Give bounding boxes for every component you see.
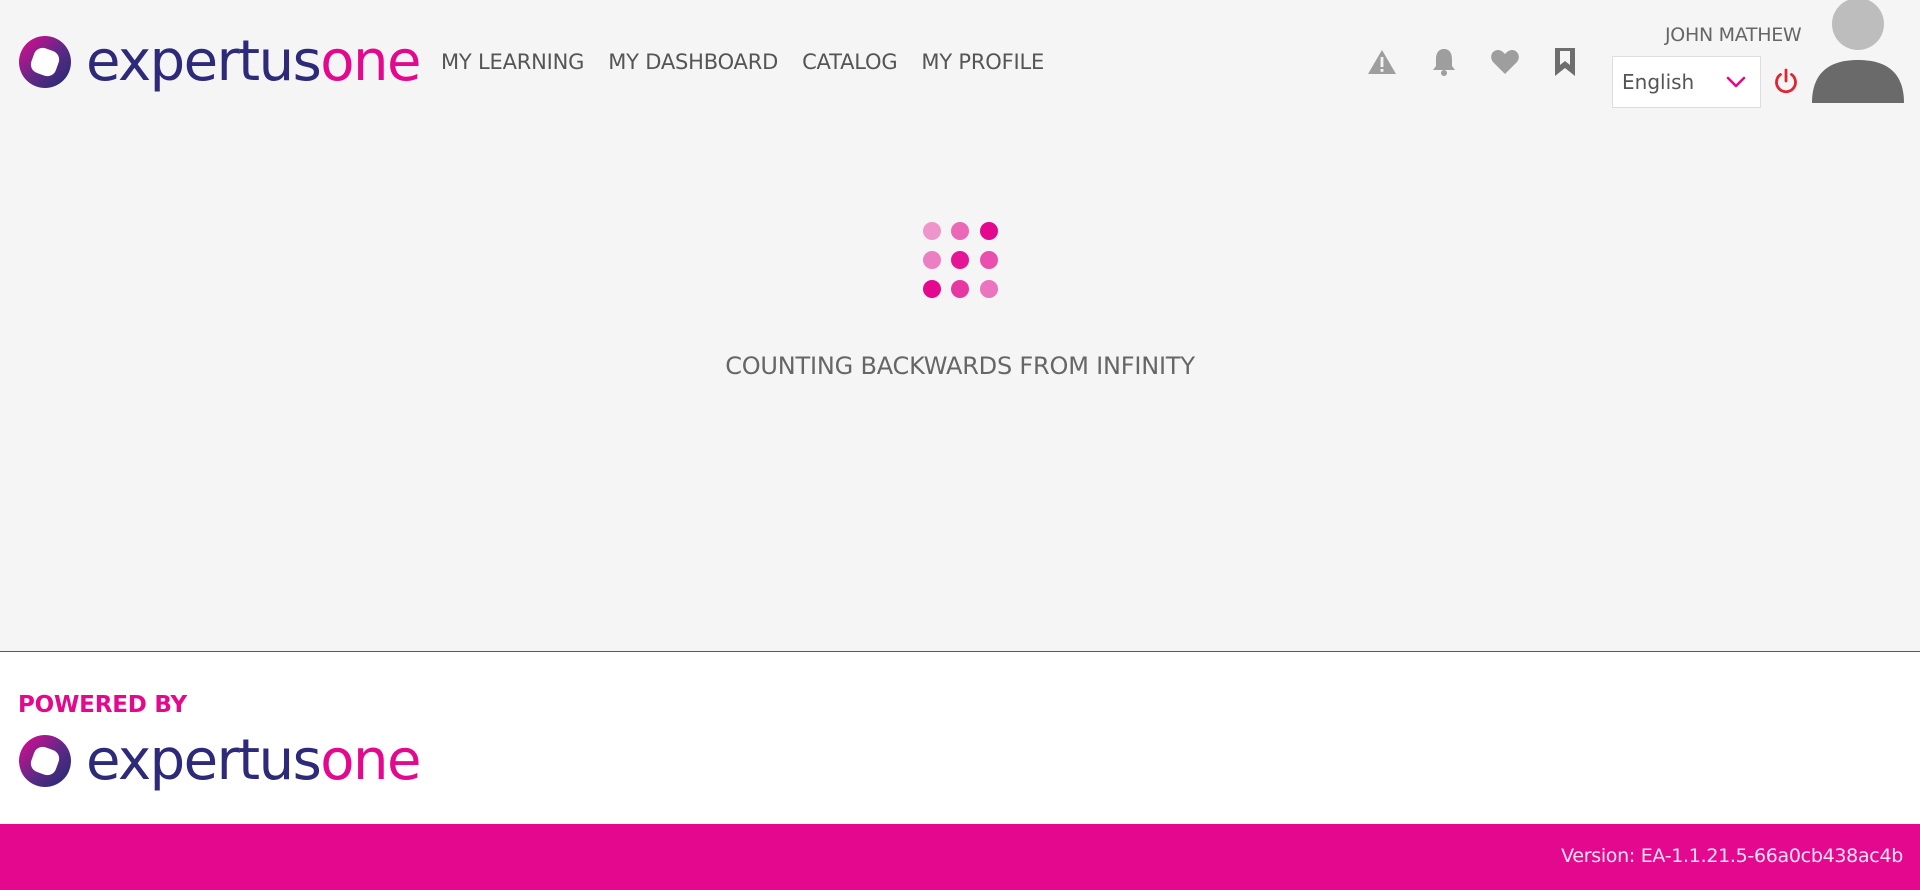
nav-my-dashboard[interactable]: MY DASHBOARD [608,50,778,74]
chevron-down-icon [1726,76,1746,88]
logo-text-one: one [320,29,421,94]
spinner-dot [980,280,998,298]
spinner-dot [980,222,998,240]
spinner-dot [923,280,941,298]
alert-icon[interactable] [1366,46,1398,78]
spinner-dot [951,280,969,298]
footer: POWERED BY expertusone [0,651,1920,824]
logo-text-one: one [320,728,421,793]
logo-text-expertus: expertus [86,29,322,94]
language-select[interactable]: English [1612,56,1761,108]
expertus-logo-mark-icon [19,36,71,88]
main-nav: MY LEARNING MY DASHBOARD CATALOG MY PROF… [441,50,1068,74]
spinner-dot [980,251,998,269]
footer-bar: Version: EA-1.1.21.5-66a0cb438ac4b [0,824,1920,890]
user-name[interactable]: JOHN MATHEW [1665,24,1802,46]
footer-logo: expertusone [18,733,421,789]
nav-my-profile[interactable]: MY PROFILE [921,50,1044,74]
spinner-dot [923,251,941,269]
logo-text-expertus: expertus [86,728,322,793]
powered-by-label: POWERED BY [18,692,187,718]
language-select-value: English [1622,70,1695,94]
bell-icon[interactable] [1428,46,1460,78]
heart-icon[interactable] [1489,46,1521,78]
spinner-dot [951,251,969,269]
bookmark-icon[interactable] [1549,46,1581,78]
header-logo[interactable]: expertusone [18,34,421,90]
power-icon[interactable] [1772,67,1800,95]
loading-spinner [918,219,1002,303]
spinner-dot [951,222,969,240]
version-label: Version: EA-1.1.21.5-66a0cb438ac4b [1561,845,1903,867]
expertus-logo-mark-icon [19,735,71,787]
loading-message: COUNTING BACKWARDS FROM INFINITY [725,352,1195,380]
header: expertusone MY LEARNING MY DASHBOARD CAT… [0,0,1920,125]
avatar-icon[interactable] [1812,0,1904,103]
nav-catalog[interactable]: CATALOG [802,50,898,74]
nav-my-learning[interactable]: MY LEARNING [441,50,584,74]
spinner-dot [923,222,941,240]
